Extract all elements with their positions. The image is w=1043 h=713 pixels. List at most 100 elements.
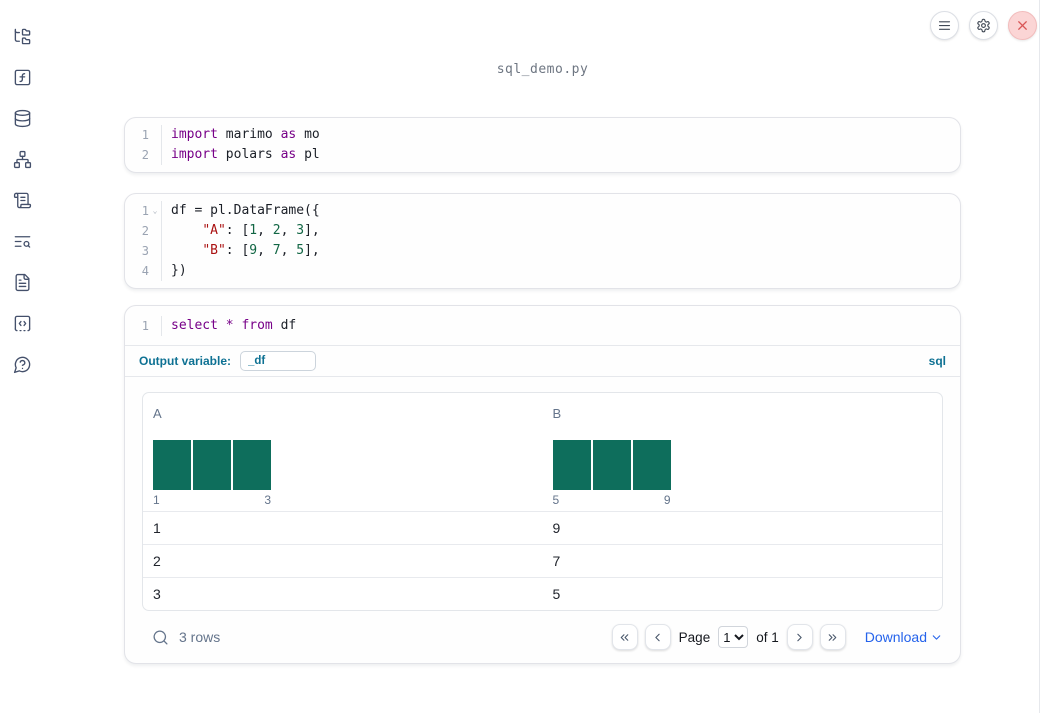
column-name[interactable]: A: [153, 406, 162, 421]
sql-language-badge: sql: [928, 354, 946, 368]
code-line[interactable]: 2 import polars as pl: [125, 145, 960, 165]
output-variable-input[interactable]: [240, 351, 317, 371]
line-number: 1: [141, 204, 149, 218]
histogram-max-label: 3: [264, 493, 271, 507]
chevron-right-icon: [797, 633, 802, 641]
histogram-bar[interactable]: [632, 440, 671, 490]
file-text-icon: [14, 273, 30, 291]
page-select[interactable]: 1: [718, 626, 749, 648]
code-line[interactable]: 1 select * from df: [125, 316, 960, 336]
code-text: }): [161, 261, 960, 281]
dataframe-table: A13B59 192735: [142, 392, 943, 611]
previous-page-button[interactable]: [644, 624, 671, 650]
line-gutter: 1: [125, 125, 161, 145]
code-text: import marimo as mo: [161, 125, 960, 145]
table-cell: 9: [552, 520, 561, 536]
sidebar: [0, 0, 44, 713]
next-page-button[interactable]: [786, 624, 813, 650]
histogram-min-label: 1: [153, 493, 160, 507]
output-variable-label: Output variable:: [139, 354, 232, 368]
code-line[interactable]: 4}): [125, 261, 960, 281]
line-number: 2: [141, 224, 149, 238]
chevron-left-icon: [655, 633, 660, 641]
line-gutter: 2: [125, 145, 161, 165]
code-line[interactable]: 2 "A": [1, 2, 3],: [125, 221, 960, 241]
table-cell: 7: [552, 553, 561, 569]
sidebar-item-dependency-graph[interactable]: [10, 147, 34, 171]
line-number: 4: [141, 264, 149, 278]
histogram-bar[interactable]: [233, 440, 271, 490]
line-gutter: 1: [125, 316, 161, 336]
function-square-icon: [14, 69, 30, 85]
gear-icon: [977, 18, 990, 33]
page-of-label: of 1: [756, 629, 779, 645]
chevrons-right-icon: [828, 633, 837, 641]
network-icon: [13, 150, 31, 168]
histogram-axis-labels: 13: [153, 493, 271, 507]
scrollbar-track[interactable]: [1039, 0, 1040, 713]
line-gutter: 2: [125, 221, 161, 241]
code-cell-imports[interactable]: 1 import marimo as mo 2 import polars as pl: [124, 117, 961, 173]
table-cell: 3: [153, 586, 161, 602]
histogram-min-label: 5: [552, 493, 560, 507]
text-search-icon: [14, 235, 30, 248]
histogram-bar[interactable]: [153, 440, 191, 490]
page-label: Page: [678, 629, 711, 645]
table-row[interactable]: 27: [143, 544, 942, 577]
sidebar-item-scratchpad[interactable]: [10, 188, 34, 212]
table-cell: 2: [153, 553, 161, 569]
settings-button[interactable]: [969, 11, 998, 40]
sidebar-item-documentation[interactable]: [10, 270, 34, 294]
code-text: import polars as pl: [161, 145, 960, 165]
first-page-button[interactable]: [611, 624, 638, 650]
table-cell: 1: [153, 520, 161, 536]
sidebar-item-data-sources[interactable]: [10, 106, 34, 130]
line-gutter: 3: [125, 241, 161, 261]
code-line[interactable]: 3 "B": [9, 7, 5],: [125, 241, 960, 261]
histogram-bar[interactable]: [193, 440, 231, 490]
download-label: Download: [864, 629, 927, 645]
pagination: Page 1 of 1 Download: [611, 624, 943, 650]
line-number: 1: [141, 128, 149, 142]
line-number: 1: [141, 319, 149, 333]
sidebar-item-logs[interactable]: [10, 229, 34, 253]
search-icon[interactable]: [152, 629, 169, 646]
row-count: 3 rows: [179, 629, 221, 645]
table-column-header: A13: [143, 393, 543, 511]
notebook-filename[interactable]: sql_demo.py: [124, 62, 961, 77]
shutdown-button[interactable]: [1008, 11, 1037, 40]
last-page-button[interactable]: [819, 624, 846, 650]
sidebar-item-variables[interactable]: [10, 65, 34, 89]
code-cell-dataframe[interactable]: 1 ⌄ df = pl.DataFrame({2 "A": [1, 2, 3], 3 …: [124, 193, 961, 289]
table-row[interactable]: 19: [143, 511, 942, 544]
sidebar-item-help[interactable]: [10, 352, 34, 376]
column-name[interactable]: B: [553, 406, 562, 421]
sidebar-item-snippets[interactable]: [10, 311, 34, 335]
code-text: df = pl.DataFrame({: [161, 201, 960, 221]
column-histogram: [552, 440, 943, 490]
notebook-main: sql_demo.py 1 import marimo as mo 2 import …: [124, 0, 961, 664]
table-row[interactable]: 35: [143, 577, 942, 610]
database-icon: [14, 109, 30, 127]
table-cell: 5: [552, 586, 561, 602]
table-header: A13B59: [143, 393, 942, 511]
sidebar-item-file-explorer[interactable]: [10, 24, 34, 48]
code-line[interactable]: 1 ⌄ df = pl.DataFrame({: [125, 201, 960, 221]
code-line[interactable]: 1 import marimo as mo: [125, 125, 960, 145]
column-histogram: [153, 440, 543, 490]
sql-editor[interactable]: 1 select * from df: [125, 306, 960, 345]
download-button[interactable]: Download: [865, 629, 943, 645]
fold-chevron-icon[interactable]: ⌄: [149, 201, 161, 221]
histogram-bar[interactable]: [552, 440, 591, 490]
scroll-icon: [13, 192, 31, 208]
chevrons-left-icon: [620, 633, 629, 641]
line-number: 3: [141, 244, 149, 258]
histogram-bar[interactable]: [592, 440, 631, 490]
code-text: "B": [9, 7, 5],: [161, 241, 960, 261]
table-footer: 3 rows Page 1 of 1 Download: [142, 611, 943, 663]
